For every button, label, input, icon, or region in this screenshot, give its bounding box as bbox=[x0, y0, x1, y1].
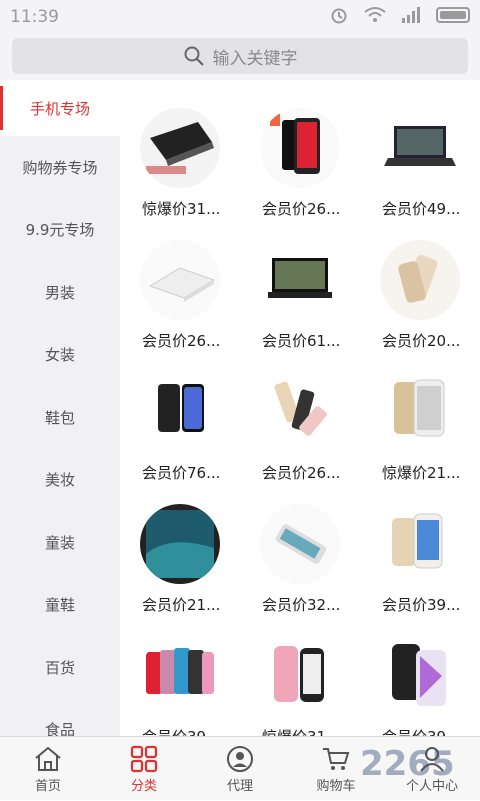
product-image bbox=[260, 636, 340, 716]
alarm-icon bbox=[331, 8, 347, 24]
sidebar-item-label: 鞋包 bbox=[44, 408, 75, 427]
category-sidebar: 手机专场 购物券专场 9.9元专场 男装 女装 鞋包 美妆 童装 童鞋 百货 食… bbox=[0, 80, 120, 736]
grid-icon bbox=[130, 745, 158, 773]
product-card[interactable]: 惊爆价31... bbox=[240, 608, 360, 736]
home-icon bbox=[35, 746, 61, 771]
product-card[interactable]: 惊爆价21... bbox=[360, 344, 480, 482]
nav-home-label: 首页 bbox=[34, 779, 61, 794]
battery-icon bbox=[436, 7, 470, 23]
product-image bbox=[140, 504, 220, 584]
product-image bbox=[140, 240, 220, 320]
nav-agent[interactable]: 代理 bbox=[192, 737, 288, 801]
search-bar: 输入关键字 bbox=[0, 32, 480, 80]
product-image bbox=[380, 108, 460, 188]
product-card[interactable]: 会员价26... bbox=[240, 80, 360, 218]
sidebar-item-coupons[interactable]: 购物券专场 bbox=[0, 136, 120, 199]
status-bar: 11:39 bbox=[0, 0, 480, 32]
product-card[interactable]: 会员价21... bbox=[120, 476, 240, 614]
watermark-logo: 2265 bbox=[360, 744, 455, 784]
signal-icon bbox=[402, 7, 420, 23]
sidebar-item-9.9[interactable]: 9.9元专场 bbox=[0, 199, 120, 262]
search-icon bbox=[184, 46, 204, 66]
sidebar-item-phones[interactable]: 手机专场 bbox=[0, 80, 120, 136]
sidebar-item-label: 童装 bbox=[44, 533, 75, 552]
sidebar-item-label: 百货 bbox=[44, 658, 75, 677]
product-card[interactable]: 会员价26... bbox=[240, 344, 360, 482]
product-image bbox=[260, 240, 340, 320]
sidebar-item-general[interactable]: 百货 bbox=[0, 636, 120, 699]
product-image bbox=[380, 504, 460, 584]
sidebar-item-kids-shoes[interactable]: 童鞋 bbox=[0, 574, 120, 637]
product-price: 会员价39... bbox=[382, 726, 478, 736]
wifi-icon bbox=[364, 7, 386, 22]
product-image bbox=[260, 108, 340, 188]
product-image bbox=[140, 108, 220, 188]
nav-category-label: 分类 bbox=[130, 779, 157, 794]
sidebar-item-menswear[interactable]: 男装 bbox=[0, 261, 120, 324]
sidebar-item-label: 童鞋 bbox=[44, 596, 75, 615]
sidebar-item-label: 手机专场 bbox=[29, 99, 90, 118]
sidebar-item-label: 购物券专场 bbox=[22, 158, 98, 177]
sidebar-item-label: 男装 bbox=[44, 283, 75, 302]
product-image bbox=[140, 372, 220, 452]
sidebar-item-food[interactable]: 食品 bbox=[0, 699, 120, 736]
status-time: 11:39 bbox=[10, 7, 59, 27]
sidebar-item-kidswear[interactable]: 童装 bbox=[0, 511, 120, 574]
sidebar-item-label: 女装 bbox=[44, 346, 75, 365]
product-card[interactable]: 会员价32... bbox=[240, 476, 360, 614]
product-image bbox=[380, 636, 460, 716]
product-image bbox=[380, 240, 460, 320]
nav-agent-label: 代理 bbox=[226, 779, 253, 794]
product-image bbox=[260, 372, 340, 452]
sidebar-item-beauty[interactable]: 美妆 bbox=[0, 449, 120, 512]
sidebar-item-shoes-bags[interactable]: 鞋包 bbox=[0, 386, 120, 449]
product-price: 惊爆价31... bbox=[262, 726, 358, 736]
nav-home[interactable]: 首页 bbox=[0, 737, 96, 801]
product-card[interactable]: 会员价49... bbox=[360, 80, 480, 218]
cart-icon bbox=[323, 748, 350, 770]
product-card[interactable]: 会员价61... bbox=[240, 212, 360, 350]
status-icons bbox=[328, 6, 470, 24]
user-circle-icon bbox=[227, 746, 253, 772]
product-card[interactable]: 会员价39... bbox=[360, 476, 480, 614]
nav-category[interactable]: 分类 bbox=[96, 737, 192, 801]
sidebar-item-label: 9.9元专场 bbox=[25, 221, 95, 240]
product-card[interactable]: 会员价26... bbox=[120, 212, 240, 350]
sidebar-item-label: 美妆 bbox=[44, 471, 75, 490]
search-input[interactable]: 输入关键字 bbox=[12, 38, 468, 74]
search-placeholder: 输入关键字 bbox=[212, 48, 298, 69]
product-image bbox=[380, 372, 460, 452]
product-price: 会员价39... bbox=[142, 726, 238, 736]
product-card[interactable]: 惊爆价31... bbox=[120, 80, 240, 218]
product-image bbox=[140, 636, 220, 716]
sidebar-item-label: 食品 bbox=[44, 721, 75, 736]
product-card[interactable]: 会员价39... bbox=[120, 608, 240, 736]
product-image bbox=[260, 504, 340, 584]
sidebar-item-womenswear[interactable]: 女装 bbox=[0, 324, 120, 387]
product-card[interactable]: 会员价76... bbox=[120, 344, 240, 482]
product-grid: 惊爆价31... 会员价26... 会员价49... 会员价26... 会员价6… bbox=[120, 80, 480, 736]
product-card[interactable]: 会员价20... bbox=[360, 212, 480, 350]
product-card[interactable]: 会员价39... bbox=[360, 608, 480, 736]
